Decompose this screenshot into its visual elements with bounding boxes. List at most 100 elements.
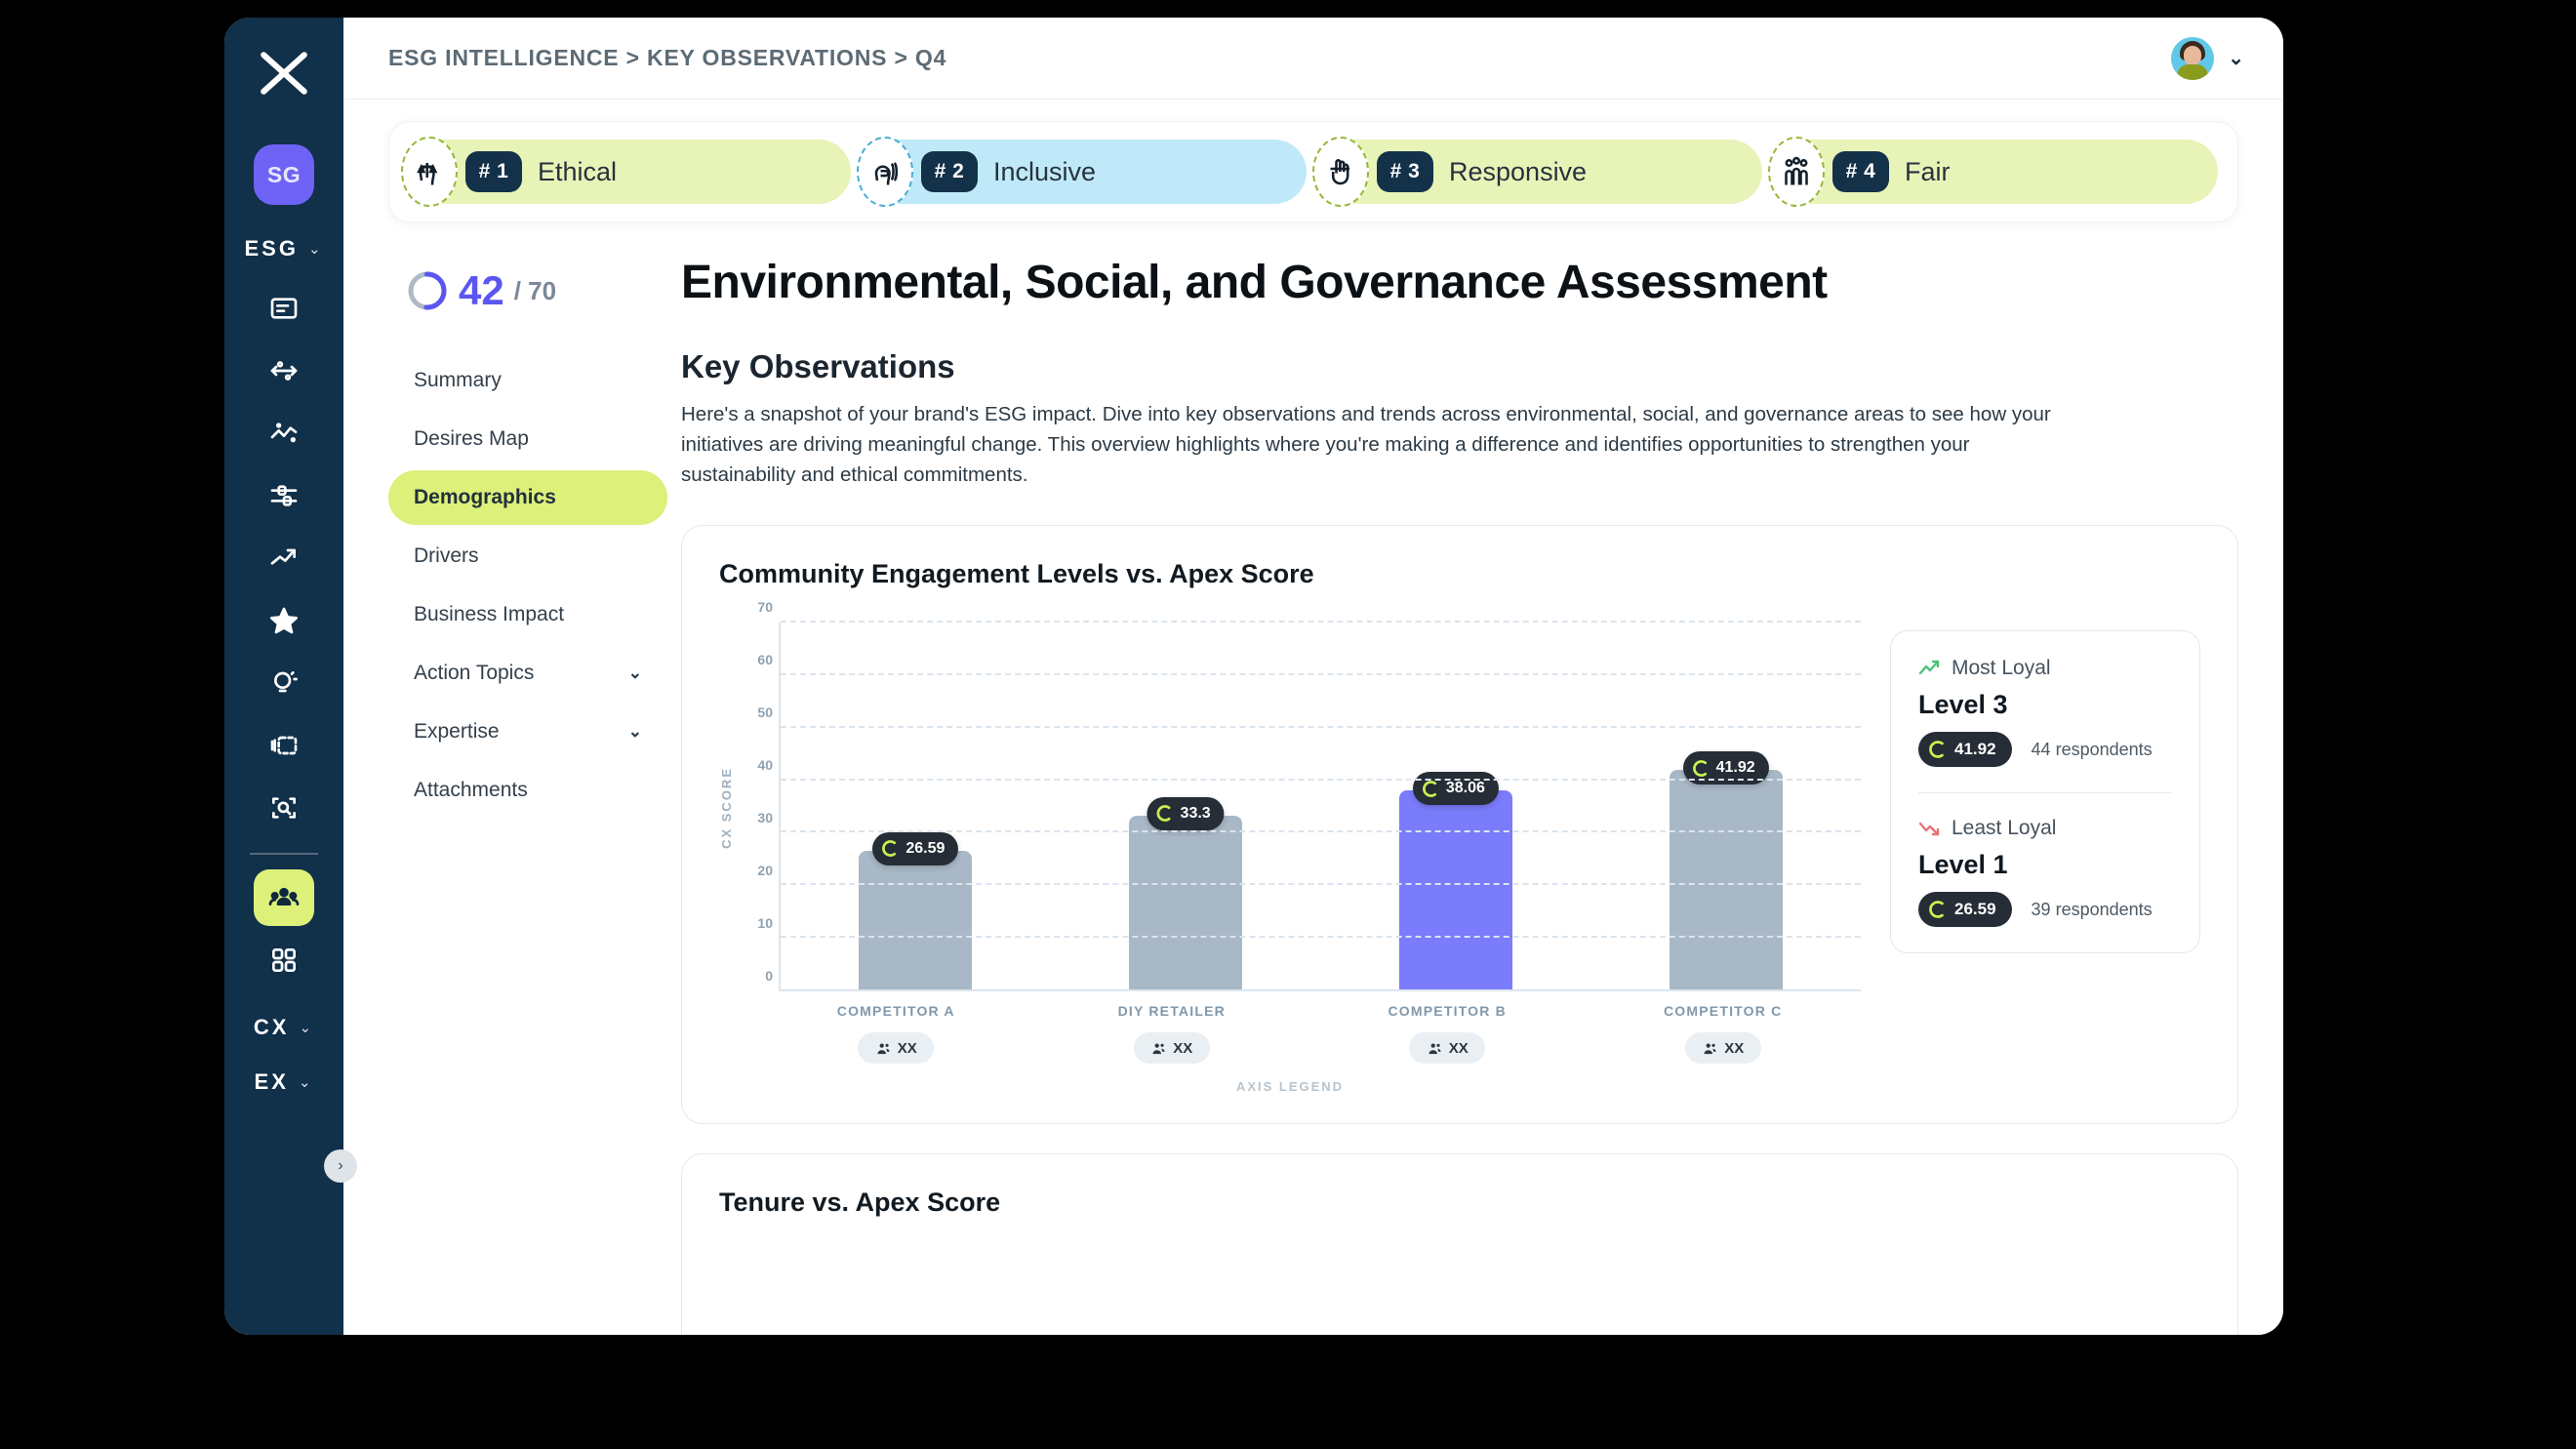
chevron-down-icon[interactable]: ⌄ bbox=[2228, 46, 2244, 70]
top-bar: ESG INTELLIGENCE > KEY OBSERVATIONS > Q4… bbox=[343, 18, 2283, 100]
score-ring-icon bbox=[406, 269, 449, 312]
inclusive-head-icon bbox=[857, 137, 913, 207]
nav-label: Business Impact bbox=[414, 603, 565, 625]
y-tick: 50 bbox=[757, 704, 773, 721]
people-icon bbox=[1429, 1043, 1441, 1055]
sidebar-group-ex[interactable]: EX ⌄ bbox=[255, 1069, 314, 1095]
responsive-hand-icon bbox=[1312, 137, 1369, 207]
bar-value: 26.59 bbox=[906, 839, 946, 857]
moon-arc-icon bbox=[1929, 901, 1944, 919]
breadcrumb[interactable]: ESG INTELLIGENCE > KEY OBSERVATIONS > Q4 bbox=[388, 45, 946, 71]
most-loyal-row: 41.92 44 respondents bbox=[1918, 732, 2172, 768]
plot-area: CX SCORE 70 60 50 40 30 20 10 0 26.59 33.3 38.06 4… bbox=[719, 599, 1861, 1094]
nav-label: Expertise bbox=[414, 720, 500, 743]
respondents-chip[interactable]: XX bbox=[1133, 1032, 1210, 1065]
trend-up-icon[interactable] bbox=[254, 530, 314, 586]
bar-value-pill: 38.06 bbox=[1412, 772, 1499, 806]
x-tick-label: COMPETITOR A bbox=[836, 1003, 955, 1020]
chip-number: # 1 bbox=[465, 151, 522, 192]
lightbulb-icon[interactable] bbox=[254, 655, 314, 711]
loyalty-divider bbox=[1918, 792, 2172, 794]
most-loyal-respondents: 44 respondents bbox=[2031, 739, 2153, 759]
bar[interactable]: 41.92 bbox=[1669, 751, 1783, 990]
nav-label: Summary bbox=[414, 369, 502, 391]
respondents-value: XX bbox=[1724, 1039, 1745, 1057]
moon-arc-icon bbox=[1156, 805, 1171, 823]
sidebar-group-cx[interactable]: CX ⌄ bbox=[254, 1015, 314, 1040]
user-avatar-photo[interactable] bbox=[2171, 36, 2215, 80]
trend-up-green-icon bbox=[1918, 661, 1940, 675]
sparkline-icon[interactable] bbox=[254, 405, 314, 462]
x-logo-icon[interactable] bbox=[258, 47, 310, 100]
nav-item-expertise[interactable]: Expertise ⌄ bbox=[388, 704, 667, 759]
nav-item-summary[interactable]: Summary bbox=[388, 353, 667, 408]
y-tick: 60 bbox=[757, 652, 773, 668]
respondents-chip[interactable]: XX bbox=[1684, 1032, 1761, 1065]
app-window: SG ESG ⌄ CX ⌄ EX ⌄ › ESG INTELLIGENCE > … bbox=[224, 18, 2283, 1335]
chip-ethical[interactable]: # 1 Ethical bbox=[401, 137, 851, 207]
scan-search-icon[interactable] bbox=[254, 780, 314, 836]
respondents-value: XX bbox=[1448, 1039, 1469, 1057]
section-nav: Summary Desires Map Demographics Drivers… bbox=[388, 353, 667, 818]
gridline bbox=[781, 883, 1861, 886]
grid-apps-icon[interactable] bbox=[254, 932, 314, 988]
y-tick: 30 bbox=[757, 810, 773, 826]
people-group-icon[interactable] bbox=[254, 869, 314, 926]
chip-label: Responsive bbox=[1449, 156, 1588, 186]
y-axis-label: CX SCORE bbox=[719, 766, 734, 849]
bar[interactable]: 38.06 bbox=[1398, 772, 1512, 990]
moon-arc-icon bbox=[1692, 759, 1707, 777]
least-loyal-score-pill: 26.59 bbox=[1918, 892, 2012, 928]
bar-value: 41.92 bbox=[1715, 759, 1755, 777]
respondents-chip[interactable]: XX bbox=[858, 1032, 935, 1065]
nav-item-demographics[interactable]: Demographics bbox=[388, 470, 667, 525]
bar[interactable]: 33.3 bbox=[1129, 796, 1243, 990]
nav-item-attachments[interactable]: Attachments bbox=[388, 763, 667, 818]
layers-icon[interactable] bbox=[254, 717, 314, 774]
sidebar-group-esg[interactable]: ESG ⌄ bbox=[244, 236, 323, 262]
score-summary: 42 / 70 bbox=[406, 269, 667, 312]
chip-fair[interactable]: # 4 Fair bbox=[1768, 137, 2218, 207]
people-icon bbox=[1704, 1043, 1716, 1055]
chevron-down-icon: ⌄ bbox=[299, 1020, 315, 1036]
chip-responsive[interactable]: # 3 Responsive bbox=[1312, 137, 1762, 207]
chip-inclusive[interactable]: # 2 Inclusive bbox=[857, 137, 1307, 207]
nav-item-business-impact[interactable]: Business Impact bbox=[388, 587, 667, 642]
most-loyal-score-pill: 41.92 bbox=[1918, 732, 2012, 768]
gridline bbox=[781, 725, 1861, 728]
distribution-icon[interactable] bbox=[254, 342, 314, 399]
filter-sliders-icon[interactable] bbox=[254, 467, 314, 524]
gridline bbox=[781, 830, 1861, 833]
gridline bbox=[781, 673, 1861, 676]
most-loyal-heading: Most Loyal bbox=[1918, 657, 2172, 680]
nav-item-desires-map[interactable]: Desires Map bbox=[388, 412, 667, 466]
user-initials-avatar[interactable]: SG bbox=[254, 144, 314, 205]
bar-value-pill: 33.3 bbox=[1147, 796, 1225, 830]
chip-label: Ethical bbox=[538, 156, 618, 186]
chevron-down-icon: ⌄ bbox=[307, 241, 324, 258]
chip-number: # 3 bbox=[1377, 151, 1433, 192]
most-loyal-level: Level 3 bbox=[1918, 690, 2008, 720]
sidebar-group-ex-label: EX bbox=[254, 1069, 289, 1094]
x-axis-column: COMPETITOR A XX bbox=[758, 1003, 1034, 1065]
star-icon[interactable] bbox=[254, 592, 314, 649]
x-tick-label: COMPETITOR C bbox=[1664, 1003, 1783, 1020]
chevron-down-icon: ⌄ bbox=[627, 664, 642, 682]
people-icon bbox=[877, 1043, 890, 1055]
nav-item-drivers[interactable]: Drivers bbox=[388, 529, 667, 584]
nav-item-action-topics[interactable]: Action Topics ⌄ bbox=[388, 646, 667, 701]
y-tick: 70 bbox=[757, 599, 773, 616]
main-area: ESG INTELLIGENCE > KEY OBSERVATIONS > Q4… bbox=[343, 18, 2283, 1335]
chip-number: # 2 bbox=[921, 151, 978, 192]
intro-paragraph: Here's a snapshot of your brand's ESG im… bbox=[681, 403, 2051, 487]
y-tick: 20 bbox=[757, 863, 773, 879]
sidebar: SG ESG ⌄ CX ⌄ EX ⌄ › bbox=[224, 18, 357, 1335]
scroll-body[interactable]: # 1 Ethical # 2 Inclusive # 3 Responsive bbox=[343, 100, 2283, 1335]
right-column: Environmental, Social, and Governance As… bbox=[677, 256, 2238, 1335]
bar-value: 38.06 bbox=[1445, 780, 1485, 797]
document-icon[interactable] bbox=[254, 280, 314, 337]
gridline bbox=[781, 621, 1861, 624]
bar-value-pill: 26.59 bbox=[872, 831, 959, 865]
bar[interactable]: 26.59 bbox=[859, 831, 973, 990]
respondents-chip[interactable]: XX bbox=[1409, 1032, 1486, 1065]
